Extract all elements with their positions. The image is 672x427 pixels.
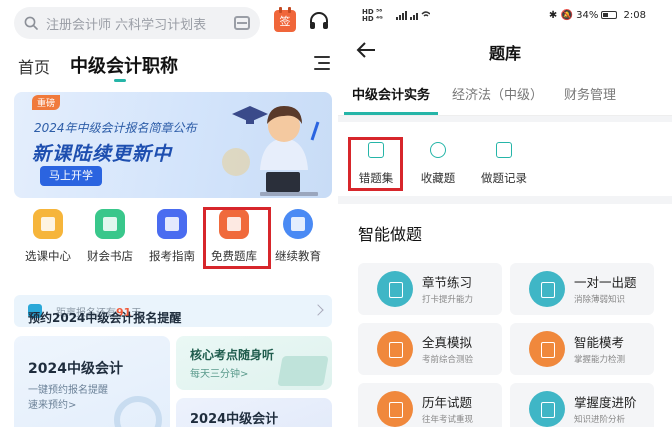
tile-subtitle: 知识进阶分析	[574, 415, 626, 425]
star-icon	[430, 142, 446, 158]
bluetooth-icon: ✱	[548, 10, 558, 21]
nav-current-category[interactable]: 中级会计职称	[70, 52, 178, 78]
mute-icon: 🔕	[560, 10, 573, 21]
tile-past-exams[interactable]: 历年试题 往年考试重现	[358, 383, 502, 427]
banner-tag: 重磅	[32, 95, 61, 110]
banner-subtitle: 2024年中级会计报名简章公布	[34, 121, 197, 135]
right-screen: HD ⁵⁶ HD ⁴ᴳ ✱ 🔕 34% 2:08 题库 中级会计实务 经济法（中…	[338, 0, 672, 427]
tile-one-on-one[interactable]: 一对一出题 消除薄弱知识	[510, 263, 654, 315]
quick-link-label: 继续教育	[275, 249, 321, 263]
tile-mastery[interactable]: 掌握度进阶 知识进阶分析	[510, 383, 654, 427]
tile-subtitle: 往年考试重现	[422, 415, 474, 425]
tile-title: 章节练习	[422, 275, 473, 290]
tool-history[interactable]: 做题记录	[474, 142, 534, 186]
tab-financial-management[interactable]: 财务管理	[564, 84, 616, 103]
tile-title: 全真模拟	[422, 335, 473, 350]
quick-link-label: 报考指南	[149, 249, 195, 263]
card-link[interactable]: 速来预约>	[28, 396, 76, 411]
left-screen: 注册会计师 六科学习计划表 签 首页 中级会计职称 重磅 2024年中级会计报名…	[0, 0, 344, 427]
signal-bars-icon	[396, 11, 430, 20]
smart-exam-icon	[529, 331, 565, 367]
card-subtitle: 一键预约报名提醒	[28, 385, 108, 396]
bookstore-icon	[95, 209, 125, 239]
menu-icon[interactable]	[314, 56, 330, 70]
one-on-one-icon	[529, 271, 565, 307]
education-icon	[283, 209, 313, 239]
tile-subtitle: 打卡提升能力	[422, 295, 474, 305]
card-title: 2024中级会计	[190, 412, 279, 427]
teacher-illustration	[222, 106, 320, 196]
card-2024-course[interactable]: 2024中级会计	[176, 398, 332, 427]
banner-start-button[interactable]: 马上开学	[40, 166, 102, 186]
status-right: ✱ 🔕 34% 2:08	[549, 10, 646, 21]
quick-link-bookstore[interactable]: 财会书店	[80, 205, 140, 271]
battery-icon	[601, 11, 618, 19]
status-bar: HD ⁵⁶ HD ⁴ᴳ ✱ 🔕 34% 2:08	[338, 0, 672, 30]
tab-economic-law[interactable]: 经济法（中级）	[452, 84, 543, 103]
tool-label: 收藏题	[420, 171, 456, 185]
top-nav: 首页 中级会计职称	[18, 52, 334, 82]
nav-home[interactable]: 首页	[18, 54, 50, 78]
tab-intermediate-accounting[interactable]: 中级会计实务	[352, 84, 430, 103]
smart-practice-section: 智能做题 章节练习 打卡提升能力 一对一出题 消除薄弱知识 全真模拟 考前综合测…	[338, 204, 672, 427]
search-bar[interactable]: 注册会计师 六科学习计划表	[14, 7, 260, 39]
clock-decoration-icon	[114, 396, 162, 427]
card-audio-points[interactable]: 核心考点随身听 每天三分钟>	[176, 336, 332, 390]
quick-link-label: 财会书店	[87, 249, 133, 263]
clock-time: 2:08	[623, 10, 646, 21]
card-subtitle: 每天三分钟>	[190, 369, 249, 380]
card-title: 核心考点随身听	[190, 348, 275, 362]
tile-title: 历年试题	[422, 395, 473, 410]
card-title: 2024中级会计	[28, 361, 123, 377]
quick-link-exam-guide[interactable]: 报考指南	[142, 205, 202, 271]
tile-subtitle: 考前综合测验	[422, 355, 474, 365]
tool-favorites[interactable]: 收藏题	[408, 142, 468, 186]
chapter-icon	[377, 271, 413, 307]
quick-link-course-center[interactable]: 选课中心	[18, 205, 78, 271]
section-title: 智能做题	[358, 225, 423, 244]
tool-label: 做题记录	[481, 171, 527, 185]
calendar-sign-icon[interactable]: 签	[274, 7, 296, 32]
nav-active-indicator	[114, 79, 126, 82]
reminder-title: 预约2024中级会计报名提醒	[28, 311, 182, 325]
quick-link-label: 选课中心	[25, 249, 71, 263]
past-exam-icon	[377, 391, 413, 427]
page-header: 题库	[338, 30, 672, 70]
card-2024-registration[interactable]: 2024中级会计 一键预约报名提醒 速来预约>	[14, 336, 170, 427]
tab-active-indicator	[344, 112, 438, 115]
tile-title: 智能模考	[574, 335, 625, 350]
promo-banner[interactable]: 重磅 2024年中级会计报名简章公布 新课陆续更新中 马上开学	[14, 92, 332, 198]
banner-headline: 新课陆续更新中	[32, 143, 173, 165]
tile-chapter-practice[interactable]: 章节练习 打卡提升能力	[358, 263, 502, 315]
highlight-box-wrong-questions	[348, 137, 403, 191]
record-icon	[496, 142, 512, 158]
registration-reminder[interactable]: 预约2024中级会计报名提醒 距离报名还有91天	[14, 295, 332, 327]
page-title: 题库	[488, 44, 521, 63]
highlight-box-free-question-bank	[203, 207, 271, 269]
quick-link-continuing-education[interactable]: 继续教育	[268, 205, 328, 271]
tile-title: 一对一出题	[574, 275, 637, 290]
book-decoration-icon	[277, 356, 329, 386]
question-tools: 错题集 收藏题 做题记录	[338, 122, 672, 196]
guide-icon	[157, 209, 187, 239]
quick-links: 选课中心 财会书店 报考指南 免费题库 继续教育	[14, 205, 332, 273]
tile-title: 掌握度进阶	[574, 395, 637, 410]
tile-subtitle: 掌握能力检测	[574, 355, 626, 365]
play-course-icon	[33, 209, 63, 239]
tile-subtitle: 消除薄弱知识	[574, 295, 626, 305]
subject-tabs: 中级会计实务 经济法（中级） 财务管理	[338, 70, 672, 116]
scan-icon[interactable]	[234, 16, 250, 30]
search-icon	[24, 16, 38, 30]
mock-icon	[377, 331, 413, 367]
tile-full-mock[interactable]: 全真模拟 考前综合测验	[358, 323, 502, 375]
headset-icon[interactable]	[308, 10, 330, 32]
search-placeholder: 注册会计师 六科学习计划表	[46, 17, 207, 33]
mastery-icon	[529, 391, 565, 427]
battery-percent: 34%	[576, 10, 599, 21]
tile-smart-exam[interactable]: 智能模考 掌握能力检测	[510, 323, 654, 375]
chevron-right-icon	[312, 304, 324, 316]
signal-indicators: HD ⁵⁶ HD ⁴ᴳ	[362, 8, 383, 23]
